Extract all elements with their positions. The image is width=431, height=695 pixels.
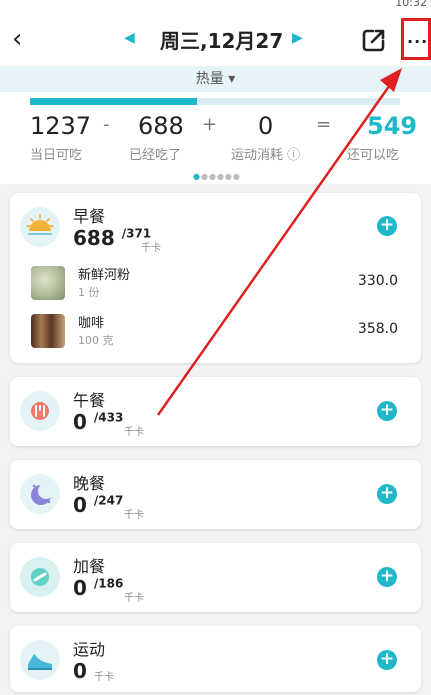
meal-name: 晚餐 <box>73 474 106 493</box>
exercise-value: 0 <box>258 112 274 140</box>
back-icon[interactable]: ‹ <box>12 26 32 54</box>
food-row[interactable]: 咖啡 100 克 358.0 <box>10 306 421 356</box>
food-thumbnail <box>31 314 65 348</box>
budget-value: 1237 <box>30 112 92 140</box>
add-food-button[interactable]: + <box>377 401 397 421</box>
meal-card-dinner[interactable]: 晚餐 0 /247 千卡 + <box>10 460 421 529</box>
calorie-progress-bar <box>30 98 400 105</box>
exercise-unit: 千卡 <box>94 672 114 683</box>
meal-unit: 千卡 <box>141 243 161 254</box>
meal-calories: 0 /433 <box>73 410 124 434</box>
exercise-calories: 0 <box>73 659 87 683</box>
next-day-icon[interactable]: ▶ <box>292 30 303 46</box>
add-food-button[interactable]: + <box>377 216 397 236</box>
meal-card-snack[interactable]: 加餐 0 /186 千卡 + <box>10 543 421 612</box>
status-bar: 10:32 <box>0 0 431 14</box>
share-icon[interactable] <box>360 26 388 54</box>
sun-icon <box>20 391 60 431</box>
date-title: 周三,12月27 <box>160 29 284 53</box>
meal-unit: 千卡 <box>124 427 144 438</box>
equals-operator: = <box>316 114 332 135</box>
snack-icon <box>20 557 60 597</box>
food-name: 新鲜河粉 <box>78 268 131 283</box>
meal-calories: 688 /371 <box>73 226 152 250</box>
food-amount: 100 克 <box>78 334 114 347</box>
meal-card-breakfast[interactable]: 早餐 688 /371 千卡 + 新鲜河粉 1 份 330.0 咖啡 100 克… <box>10 193 421 363</box>
meal-unit: 千卡 <box>124 593 144 604</box>
plus-operator: + <box>202 114 218 135</box>
food-thumbnail <box>31 266 65 300</box>
remaining-value: 549 <box>367 112 418 140</box>
food-name: 咖啡 <box>78 316 105 331</box>
calorie-progress-fill <box>30 98 197 105</box>
meal-card-lunch[interactable]: 午餐 0 /433 千卡 + <box>10 377 421 446</box>
meal-calories: 0 /186 <box>73 576 124 600</box>
add-exercise-button[interactable]: + <box>377 650 397 670</box>
meal-name: 加餐 <box>73 557 106 576</box>
more-icon: ··· <box>407 32 429 51</box>
meal-name: 早餐 <box>73 207 106 226</box>
moon-icon <box>20 474 60 514</box>
minus-operator: - <box>103 114 110 135</box>
metric-selector[interactable]: 热量 ▾ <box>0 66 431 92</box>
page-indicator: ●●●●●● <box>193 172 241 181</box>
add-food-button[interactable]: + <box>377 484 397 504</box>
food-amount: 1 份 <box>78 286 100 299</box>
remaining-label: 还可以吃 <box>347 148 400 163</box>
top-bar: ‹ ◀ 周三,12月27 ▶ ··· <box>0 14 431 66</box>
meal-name: 午餐 <box>73 391 106 410</box>
exercise-name: 运动 <box>73 640 106 659</box>
add-food-button[interactable]: + <box>377 567 397 587</box>
sunrise-icon <box>20 207 60 247</box>
food-row[interactable]: 新鲜河粉 1 份 330.0 <box>10 258 421 308</box>
food-calories: 330.0 <box>357 273 398 289</box>
calorie-summary: 1237 当日可吃 - 688 已经吃了 + 0 运动消耗 ⓘ = 549 还可… <box>0 92 431 184</box>
budget-label: 当日可吃 <box>30 148 83 163</box>
food-calories: 358.0 <box>357 321 398 337</box>
exercise-label[interactable]: 运动消耗 ⓘ <box>231 144 300 163</box>
meal-calories: 0 /247 <box>73 493 124 517</box>
status-time: 10:32 <box>395 0 427 9</box>
prev-day-icon[interactable]: ◀ <box>124 30 135 46</box>
eaten-value: 688 <box>138 112 184 140</box>
shoe-icon <box>20 640 60 680</box>
exercise-card[interactable]: 运动 0 千卡 + <box>10 626 421 692</box>
eaten-label: 已经吃了 <box>129 148 182 163</box>
meal-unit: 千卡 <box>124 510 144 521</box>
more-menu-button[interactable]: ··· <box>401 18 431 60</box>
